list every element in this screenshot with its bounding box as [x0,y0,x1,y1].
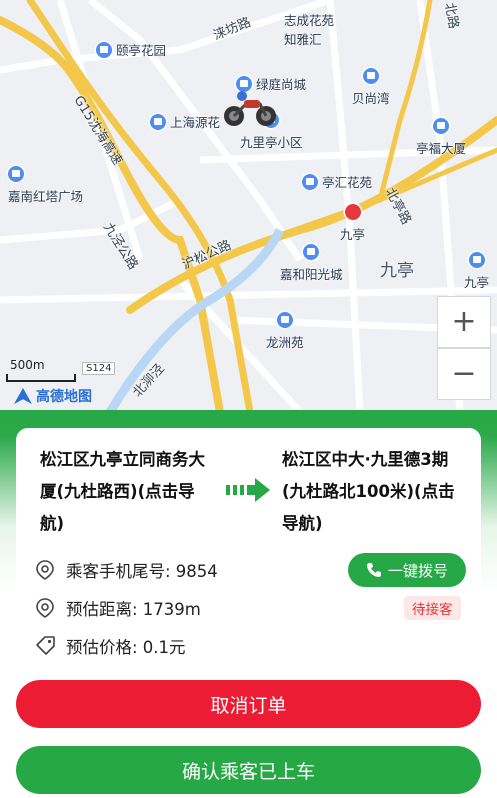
distance-text: 预估距离: 1739m [66,600,201,619]
building-icon [8,166,24,182]
area-label-jiuting-edge: 九亭 [464,252,489,291]
building-icon [150,113,166,130]
map-view[interactable]: 颐亭花园 志成花苑 知雅汇 绿庭尚城 贝尚湾 上海源花 九里亭小区 亭福大厦 嘉… [0,0,497,412]
poi-zhicheng[interactable]: 志成花苑 知雅汇 [284,10,334,48]
zoom-in-button[interactable]: + [437,296,491,348]
poi-yiting[interactable]: 颐亭花园 [96,40,166,59]
building-icon [302,173,318,190]
price-text: 预估价格: 0.1元 [66,638,186,657]
route-arrow-icon [226,478,270,502]
passenger-phone-text: 乘客手机尾号: 9854 [66,562,218,581]
price-tag-icon [36,636,55,655]
area-label-jiuting: 九亭 [380,261,414,281]
call-passenger-button[interactable]: 一键拨号 [348,553,466,587]
pickup-address-link[interactable]: 松江区九亭立同商务大厦(九杜路西)(点击导航) [40,444,218,540]
metro-icon [344,204,361,220]
price-row: 预估价格: 0.1元 [34,634,186,658]
location-pin-icon [36,560,54,580]
poi-tinghui[interactable]: 亭汇花苑 [302,172,372,191]
building-icon [276,312,293,328]
building-icon [96,41,112,58]
dropoff-address-link[interactable]: 松江区中大·九里德3期(九杜路北100米)(点击导航) [282,444,468,540]
building-icon [468,252,485,268]
building-icon [362,68,379,84]
phone-icon [366,563,381,577]
poi-tingfu[interactable]: 亭福大厦 [416,118,466,157]
poi-jianan[interactable]: 嘉南红塔广场 [8,166,83,205]
building-icon [303,244,320,260]
motorcycle-location-icon [224,91,276,126]
passenger-phone-row: 乘客手机尾号: 9854 [34,558,218,582]
road-shield-s124: S124 [82,362,116,375]
map-scale-label: 500m [10,358,45,372]
zoom-out-button[interactable]: − [437,348,491,400]
map-logo: 高德地图 [14,386,92,406]
poi-shanghai[interactable]: 上海源花 [150,112,220,131]
status-badge: 待接客 [404,596,461,620]
poi-jiuting-station[interactable]: 九亭 [340,204,365,243]
poi-beishang[interactable]: 贝尚湾 [352,68,390,107]
building-icon [433,118,449,134]
route-section: 松江区九亭立同商务大厦(九杜路西)(点击导航) 松江区中大·九里德3期(九杜路北… [16,428,481,548]
confirm-boarded-button[interactable]: 确认乘客已上车 [16,746,481,794]
distance-row: 预估距离: 1739m [34,596,201,620]
map-roads [0,0,497,412]
cancel-order-button[interactable]: 取消订单 [16,680,481,728]
poi-jiahe[interactable]: 嘉和阳光城 [280,244,343,283]
location-pin-icon [36,598,54,618]
map-scale-bar [6,374,76,382]
poi-longzhou[interactable]: 龙洲苑 [266,312,304,351]
amap-logo-icon [14,388,32,404]
